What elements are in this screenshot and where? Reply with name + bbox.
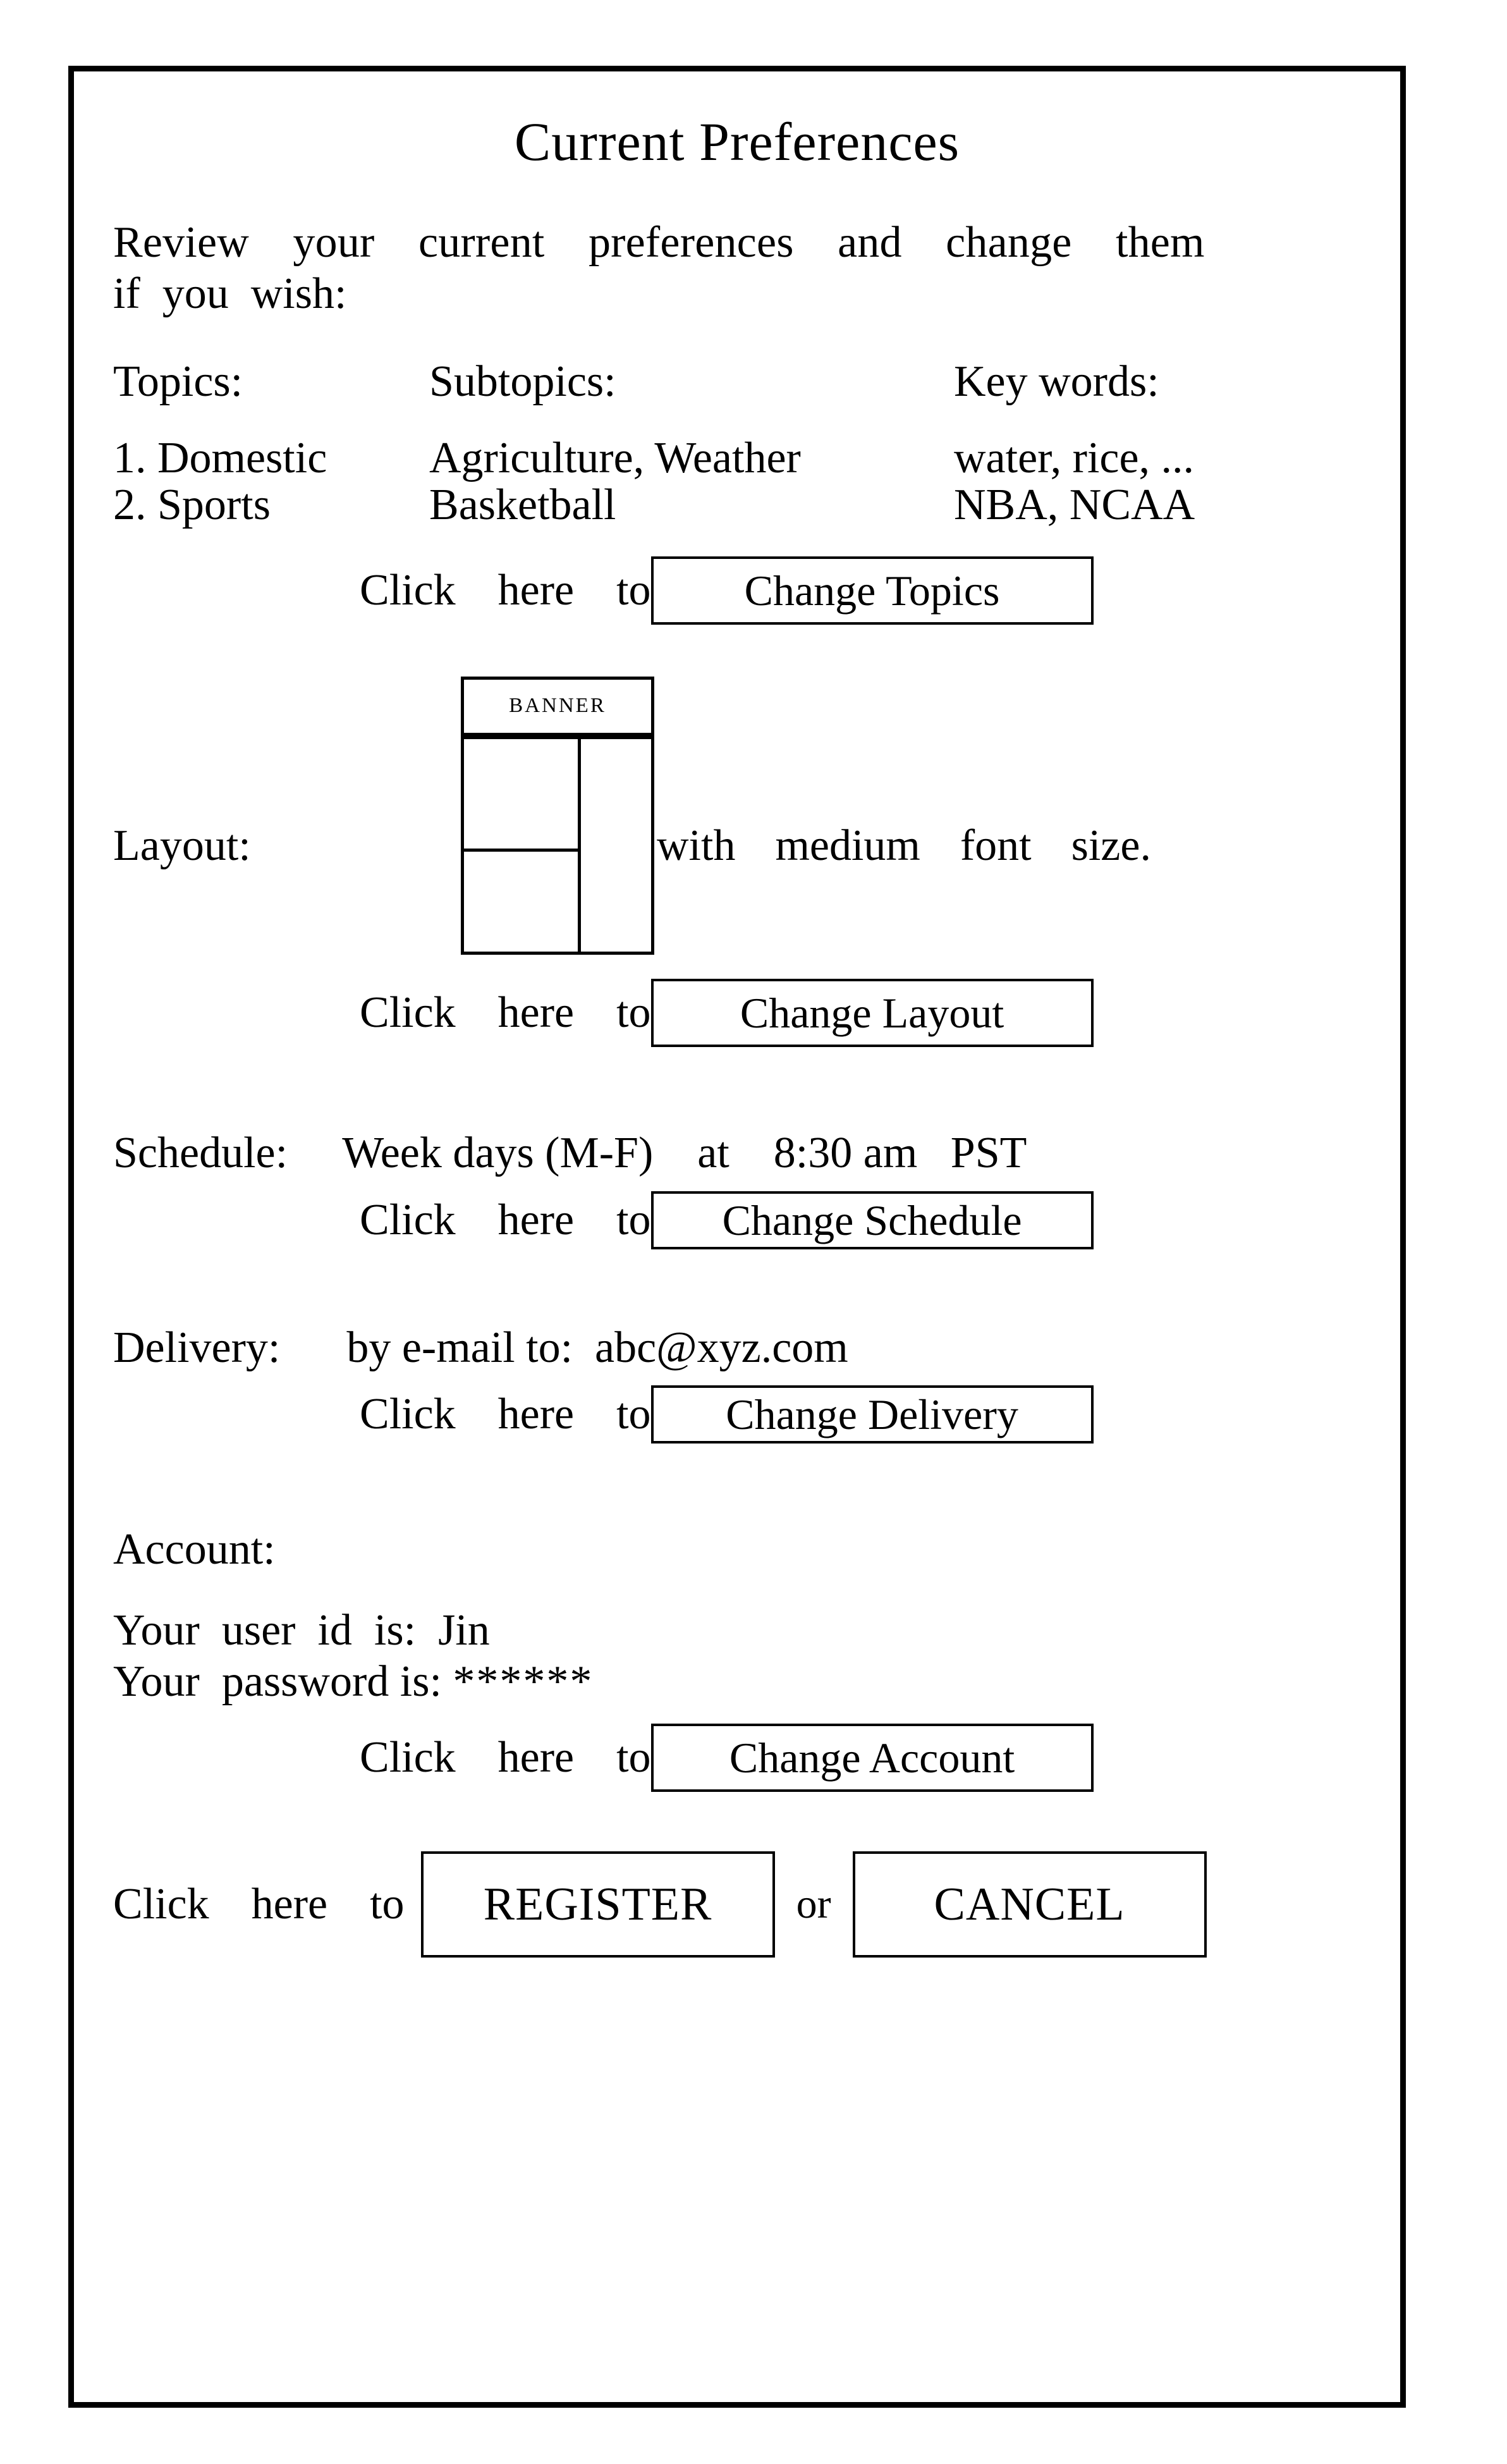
change-layout-button[interactable]: Change Layout <box>650 978 1094 1047</box>
topics-header-row: Topics: Subtopics: Key words: <box>113 359 1361 405</box>
topic-keywords: NBA, NCAA <box>954 480 1195 529</box>
topic-keywords: water, rice, ... <box>954 433 1195 482</box>
register-button[interactable]: REGISTER <box>420 1851 775 1958</box>
user-id-line: Your user id is: Jin <box>113 1605 490 1655</box>
cancel-button[interactable]: CANCEL <box>852 1851 1207 1958</box>
diagram-body <box>461 735 654 955</box>
change-layout-row: Click here to Change Layout <box>113 978 1361 1047</box>
click-here-label: Click here to <box>360 988 651 1037</box>
diagram-cell-main-bottom <box>461 849 581 955</box>
click-here-label: Click here to <box>113 1879 405 1928</box>
topics-table: Topics: Subtopics: Key words: 1. Domesti… <box>113 359 1361 529</box>
topic-subtopic: Agriculture, Weather <box>429 433 801 482</box>
change-topics-row: Click here to Change Topics <box>113 556 1361 625</box>
diagram-cell-main-top <box>461 735 581 852</box>
table-row: 1. Domestic Agriculture, Weather water, … <box>113 433 1361 482</box>
click-here-label: Click here to <box>360 1195 651 1244</box>
click-here-label: Click here to <box>360 565 651 615</box>
form-actions: Click here to REGISTER or CANCEL <box>113 1851 1361 1958</box>
topic-name: 1. Domestic <box>113 433 327 482</box>
intro-line-2: if you wish: <box>113 269 347 319</box>
schedule-section: Schedule: Week days (M-F) at 8:30 am PST… <box>113 1129 1361 1249</box>
diagram-cell-sidebar <box>577 735 654 955</box>
schedule-value: Schedule: Week days (M-F) at 8:30 am PST <box>113 1128 1027 1177</box>
column-header-keywords: Key words: <box>954 357 1159 407</box>
password-label: Your password is: <box>113 1657 453 1707</box>
password-line: Your password is: ****** <box>113 1658 1361 1706</box>
diagram-banner-cell: BANNER <box>461 676 654 736</box>
password-value: ****** <box>453 1657 594 1707</box>
topic-name: 2. Sports <box>113 480 271 529</box>
account-details: Your user id is: Jin Your password is: *… <box>113 1607 1361 1706</box>
intro-line-1: Review your current preferences and chan… <box>113 218 1205 267</box>
account-heading: Account: <box>113 1525 276 1574</box>
click-here-label: Click here to <box>360 1390 651 1439</box>
click-here-label: Click here to <box>360 1732 651 1782</box>
diagram-left-column <box>461 735 581 955</box>
preferences-dialog-frame: Current Preferences Review your current … <box>68 66 1406 2408</box>
change-account-row: Click here to Change Account <box>113 1723 1361 1792</box>
dialog-content: Current Preferences Review your current … <box>74 71 1400 2402</box>
topic-subtopic: Basketball <box>429 480 616 529</box>
change-schedule-button[interactable]: Change Schedule <box>650 1191 1094 1249</box>
or-separator: or <box>796 1880 831 1927</box>
page-title: Current Preferences <box>514 111 960 172</box>
change-delivery-row: Click here to Change Delivery <box>113 1385 1361 1444</box>
delivery-value: Delivery: by e-mail to: abc@xyz.com <box>113 1323 848 1372</box>
column-header-topics: Topics: <box>113 357 243 407</box>
change-account-button[interactable]: Change Account <box>650 1723 1094 1792</box>
layout-preview-diagram[interactable]: BANNER <box>461 676 654 955</box>
font-size-note: with medium font size. <box>657 821 1151 870</box>
table-row: 2. Sports Basketball NBA, NCAA <box>113 480 1361 529</box>
intro-paragraph: Review your current preferences and chan… <box>113 217 1361 319</box>
layout-label: Layout: <box>113 821 251 870</box>
account-section: Account: Your user id is: Jin Your passw… <box>113 1526 1361 1792</box>
change-delivery-button[interactable]: Change Delivery <box>650 1385 1094 1444</box>
delivery-section: Delivery: by e-mail to: abc@xyz.com Clic… <box>113 1323 1361 1444</box>
change-topics-button[interactable]: Change Topics <box>650 556 1094 625</box>
column-header-subtopics: Subtopics: <box>429 357 616 407</box>
layout-section: Layout: BANNER with medium font size. <box>113 676 1361 962</box>
change-schedule-row: Click here to Change Schedule <box>113 1191 1361 1249</box>
